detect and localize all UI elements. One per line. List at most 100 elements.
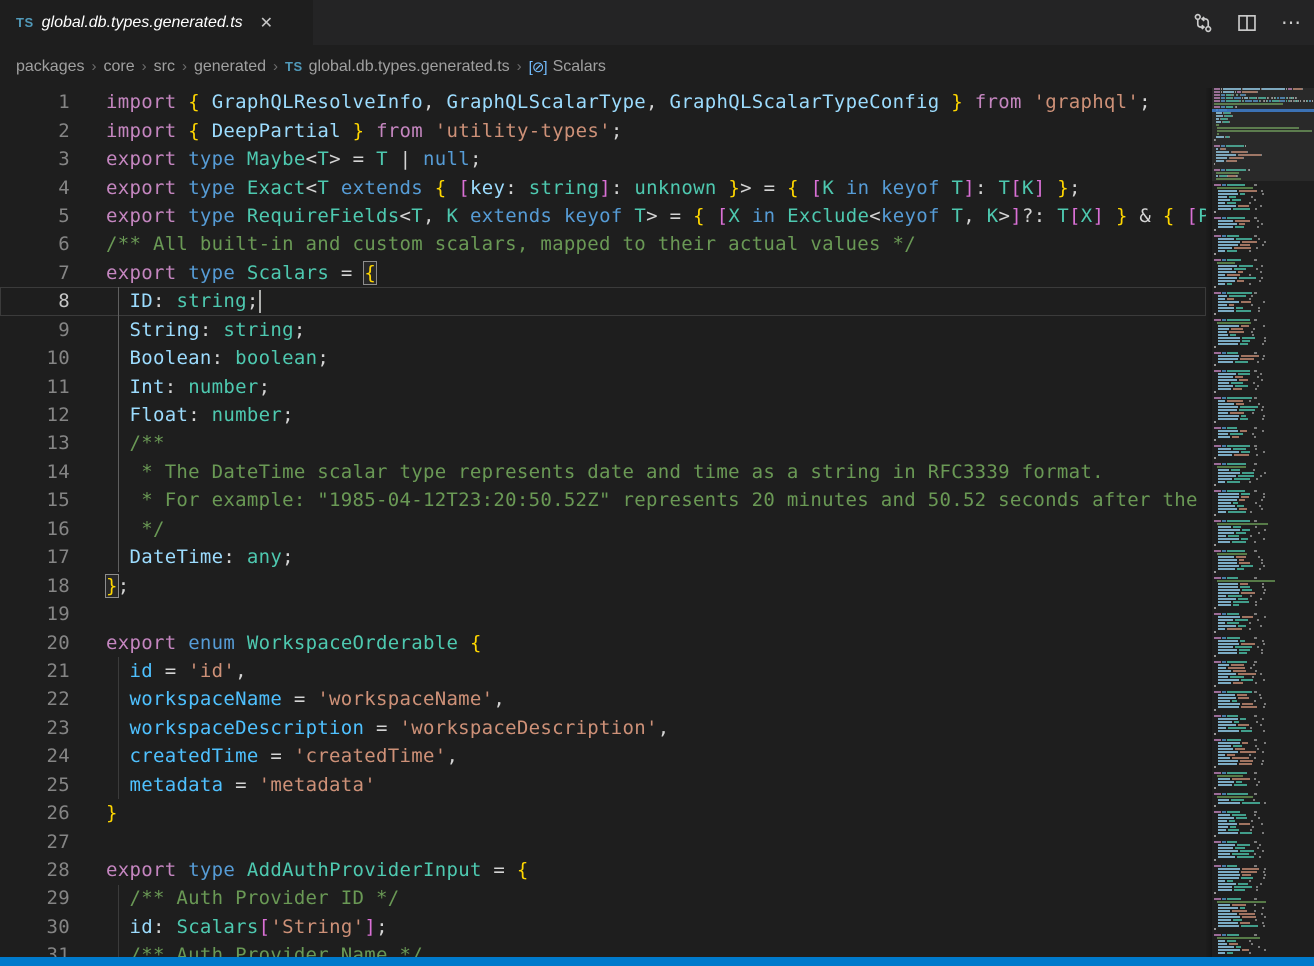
- code-line[interactable]: 3export type Maybe<T> = T | null;: [0, 145, 1206, 173]
- code-line[interactable]: 19: [0, 600, 1206, 628]
- code-line[interactable]: 31 /** Auth Provider Name */: [0, 941, 1206, 957]
- code-line[interactable]: 11 Int: number;: [0, 372, 1206, 400]
- minimap-row: [1212, 379, 1314, 381]
- line-number[interactable]: 29: [0, 887, 70, 909]
- breadcrumb-item-packages[interactable]: packages: [16, 58, 85, 76]
- breadcrumb-item-src[interactable]: src: [154, 58, 175, 76]
- line-number[interactable]: 10: [0, 347, 70, 369]
- code-line[interactable]: 5export type RequireFields<T, K extends …: [0, 202, 1206, 230]
- code-line[interactable]: 26}: [0, 799, 1206, 827]
- line-number[interactable]: 2: [0, 120, 70, 142]
- code-line[interactable]: 27: [0, 827, 1206, 855]
- line-number[interactable]: 27: [0, 831, 70, 853]
- line-number[interactable]: 11: [0, 376, 70, 398]
- code-line[interactable]: 25 metadata = 'metadata': [0, 771, 1206, 799]
- code-line[interactable]: 20export enum WorkspaceOrderable {: [0, 628, 1206, 656]
- code-area[interactable]: 1import { GraphQLResolveInfo, GraphQLSca…: [0, 88, 1206, 957]
- code-line[interactable]: 10 Boolean: boolean;: [0, 344, 1206, 372]
- line-number[interactable]: 15: [0, 489, 70, 511]
- code-line[interactable]: 28export type AddAuthProviderInput = {: [0, 856, 1206, 884]
- line-number[interactable]: 19: [0, 603, 70, 625]
- code-line[interactable]: 12 Float: number;: [0, 401, 1206, 429]
- code-line[interactable]: 1import { GraphQLResolveInfo, GraphQLSca…: [0, 88, 1206, 116]
- token: Exclude: [787, 205, 869, 227]
- code-line[interactable]: 2import { DeepPartial } from 'utility-ty…: [0, 116, 1206, 144]
- split-editor-icon[interactable]: [1232, 8, 1262, 38]
- line-number[interactable]: 13: [0, 432, 70, 454]
- line-number[interactable]: 20: [0, 632, 70, 654]
- code-line[interactable]: 22 workspaceName = 'workspaceName',: [0, 685, 1206, 713]
- breadcrumb-item-file[interactable]: TS global.db.types.generated.ts: [285, 58, 510, 76]
- minimap-row: [1212, 328, 1314, 330]
- token: [176, 632, 188, 654]
- code-line[interactable]: 7export type Scalars = {: [0, 259, 1206, 287]
- code-text: Boolean: boolean;: [70, 347, 329, 369]
- token: [1175, 205, 1187, 227]
- minimap-row: [1212, 286, 1314, 288]
- line-number[interactable]: 12: [0, 404, 70, 426]
- line-number[interactable]: 16: [0, 518, 70, 540]
- code-line[interactable]: 29 /** Auth Provider ID */: [0, 884, 1206, 912]
- minimap-row: [1212, 766, 1314, 768]
- token: Int: [129, 376, 164, 398]
- code-line[interactable]: 4export type Exact<T extends { [key: str…: [0, 173, 1206, 201]
- line-number[interactable]: 1: [0, 91, 70, 113]
- line-number[interactable]: 26: [0, 802, 70, 824]
- more-actions-icon[interactable]: ⋯: [1276, 8, 1306, 38]
- code-line[interactable]: 18};: [0, 571, 1206, 599]
- minimap-row: [1212, 667, 1314, 669]
- minimap[interactable]: [1212, 88, 1314, 957]
- minimap-row: [1212, 448, 1314, 450]
- minimap-row: [1212, 655, 1314, 657]
- line-number[interactable]: 4: [0, 177, 70, 199]
- line-number[interactable]: 5: [0, 205, 70, 227]
- code-line[interactable]: 8 ID: string;: [0, 287, 1206, 315]
- breadcrumb-item-symbol-scalars[interactable]: [⊘] Scalars: [529, 58, 606, 76]
- code-line[interactable]: 21 id = 'id',: [0, 657, 1206, 685]
- token: [176, 120, 188, 142]
- minimap-row: [1212, 178, 1314, 180]
- line-number[interactable]: 18: [0, 575, 70, 597]
- code-text: export type Maybe<T> = T | null;: [70, 148, 482, 170]
- token: [235, 177, 247, 199]
- code-line[interactable]: 6/** All built-in and custom scalars, ma…: [0, 230, 1206, 258]
- line-number[interactable]: 6: [0, 233, 70, 255]
- code-line[interactable]: 17 DateTime: any;: [0, 543, 1206, 571]
- code-line[interactable]: 14 * The DateTime scalar type represents…: [0, 458, 1206, 486]
- minimap-row: [1212, 658, 1314, 660]
- line-number[interactable]: 8: [0, 290, 70, 312]
- minimap-row: [1212, 532, 1314, 534]
- line-number[interactable]: 24: [0, 745, 70, 767]
- minimap-row: [1212, 871, 1314, 873]
- token: T: [317, 148, 329, 170]
- line-number[interactable]: 3: [0, 148, 70, 170]
- open-changes-icon[interactable]: [1188, 8, 1218, 38]
- code-text: import { GraphQLResolveInfo, GraphQLScal…: [70, 91, 1151, 113]
- line-number[interactable]: 30: [0, 916, 70, 938]
- line-number[interactable]: 31: [0, 944, 70, 957]
- code-line[interactable]: 23 workspaceDescription = 'workspaceDesc…: [0, 714, 1206, 742]
- code-line[interactable]: 16 */: [0, 515, 1206, 543]
- chevron-right-icon: ›: [142, 58, 147, 75]
- code-line[interactable]: 15 * For example: "1985-04-12T23:20:50.5…: [0, 486, 1206, 514]
- line-number[interactable]: 17: [0, 546, 70, 568]
- tab-global-db-types-generated[interactable]: TS global.db.types.generated.ts ✕: [0, 0, 313, 45]
- minimap-row: [1212, 487, 1314, 489]
- line-number[interactable]: 25: [0, 774, 70, 796]
- code-line[interactable]: 30 id: Scalars['String'];: [0, 913, 1206, 941]
- breadcrumb-item-generated[interactable]: generated: [194, 58, 266, 76]
- code-line[interactable]: 24 createdTime = 'createdTime',: [0, 742, 1206, 770]
- line-number[interactable]: 22: [0, 688, 70, 710]
- line-number[interactable]: 9: [0, 319, 70, 341]
- line-number[interactable]: 23: [0, 717, 70, 739]
- code-line[interactable]: 9 String: string;: [0, 316, 1206, 344]
- code-line[interactable]: 13 /**: [0, 429, 1206, 457]
- close-icon[interactable]: ✕: [257, 12, 276, 34]
- line-number[interactable]: 28: [0, 859, 70, 881]
- breadcrumb-item-core[interactable]: core: [104, 58, 135, 76]
- token: ;: [118, 575, 130, 597]
- line-number[interactable]: 21: [0, 660, 70, 682]
- line-number[interactable]: 14: [0, 461, 70, 483]
- line-number[interactable]: 7: [0, 262, 70, 284]
- minimap-row: [1212, 874, 1314, 876]
